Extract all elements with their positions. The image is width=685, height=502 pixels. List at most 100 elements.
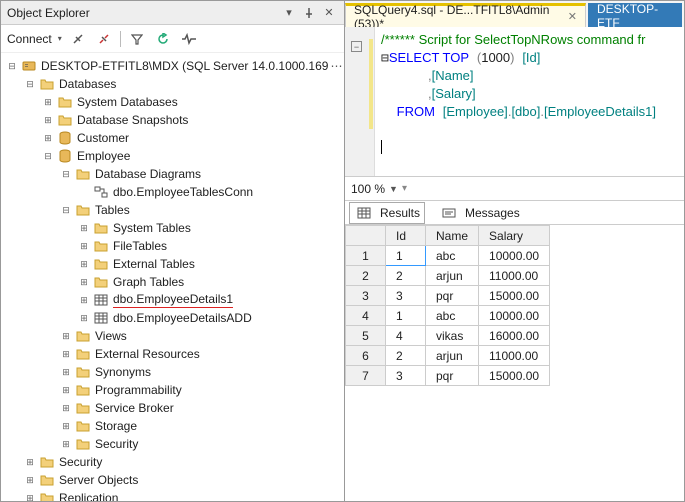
tree-node-server-objects[interactable]: ⊞Server Objects bbox=[3, 471, 342, 489]
cell-name[interactable]: arjun bbox=[426, 266, 479, 286]
cell-salary[interactable]: 15000.00 bbox=[479, 286, 550, 306]
tree-node-graph-tables[interactable]: ⊞Graph Tables bbox=[3, 273, 342, 291]
cell-name[interactable]: abc bbox=[426, 246, 479, 266]
cell-id[interactable]: 1 bbox=[386, 306, 426, 326]
connect-icon[interactable] bbox=[68, 29, 88, 49]
tree-node-employee[interactable]: ⊟Employee bbox=[3, 147, 342, 165]
tree-node-database-snapshots[interactable]: ⊞Database Snapshots bbox=[3, 111, 342, 129]
object-explorer-tree[interactable]: ⊟DESKTOP-ETFITL8\MDX (SQL Server 14.0.10… bbox=[1, 53, 344, 501]
expand-icon[interactable]: ⊞ bbox=[77, 293, 91, 307]
col-header[interactable]: Salary bbox=[479, 226, 550, 246]
expand-icon[interactable]: ⊞ bbox=[59, 383, 73, 397]
collapse-icon[interactable]: ⊟ bbox=[41, 149, 55, 163]
cell-salary[interactable]: 11000.00 bbox=[479, 266, 550, 286]
tree-node-security[interactable]: ⊞Security bbox=[3, 453, 342, 471]
table-row[interactable]: 22arjun11000.00 bbox=[346, 266, 550, 286]
tree-node-security-inner[interactable]: ⊞Security bbox=[3, 435, 342, 453]
cell-name[interactable]: arjun bbox=[426, 346, 479, 366]
table-row[interactable]: 33pqr15000.00 bbox=[346, 286, 550, 306]
expand-icon[interactable]: ⊞ bbox=[59, 347, 73, 361]
expand-icon[interactable]: ⊞ bbox=[41, 131, 55, 145]
cell-id[interactable]: 3 bbox=[386, 286, 426, 306]
tree-node-programmability[interactable]: ⊞Programmability bbox=[3, 381, 342, 399]
row-number[interactable]: 6 bbox=[346, 346, 386, 366]
cell-name[interactable]: vikas bbox=[426, 326, 479, 346]
expand-icon[interactable]: ⊞ bbox=[77, 221, 91, 235]
cell-id[interactable]: 1 bbox=[386, 246, 426, 266]
cell-salary[interactable]: 15000.00 bbox=[479, 366, 550, 386]
expand-icon[interactable]: ⊞ bbox=[23, 455, 37, 469]
tree-node-external-resources[interactable]: ⊞External Resources bbox=[3, 345, 342, 363]
expand-icon[interactable]: ⊞ bbox=[59, 437, 73, 451]
table-row[interactable]: 54vikas16000.00 bbox=[346, 326, 550, 346]
sql-editor[interactable]: − /****** Script for SelectTopNRows comm… bbox=[345, 27, 684, 177]
tree-node-system-databases[interactable]: ⊞System Databases bbox=[3, 93, 342, 111]
cell-id[interactable]: 3 bbox=[386, 366, 426, 386]
expand-icon[interactable]: ⊞ bbox=[59, 419, 73, 433]
zoom-control[interactable]: 100 % ▼ ▾ bbox=[345, 177, 684, 201]
dropdown-icon[interactable]: ▾ bbox=[280, 4, 298, 22]
tree-node-customer[interactable]: ⊞Customer bbox=[3, 129, 342, 147]
table-row[interactable]: 11abc10000.00 bbox=[346, 246, 550, 266]
tree-node-synonyms[interactable]: ⊞Synonyms bbox=[3, 363, 342, 381]
activity-icon[interactable] bbox=[179, 29, 199, 49]
expand-icon[interactable]: ⊞ bbox=[41, 95, 55, 109]
tree-node-server[interactable]: ⊟DESKTOP-ETFITL8\MDX (SQL Server 14.0.10… bbox=[3, 57, 342, 75]
chevron-down-icon[interactable]: ▼ bbox=[389, 184, 398, 194]
results-grid[interactable]: IdNameSalary11abc10000.0022arjun11000.00… bbox=[345, 225, 684, 501]
expand-icon[interactable]: ⊞ bbox=[77, 275, 91, 289]
tree-node-system-tables[interactable]: ⊞System Tables bbox=[3, 219, 342, 237]
cell-salary[interactable]: 10000.00 bbox=[479, 306, 550, 326]
expand-icon[interactable]: ⊞ bbox=[59, 365, 73, 379]
cell-salary[interactable]: 10000.00 bbox=[479, 246, 550, 266]
tree-node-dbo-employeetablesconn[interactable]: dbo.EmployeeTablesConn bbox=[3, 183, 342, 201]
cell-id[interactable]: 4 bbox=[386, 326, 426, 346]
tree-node-filetables[interactable]: ⊞FileTables bbox=[3, 237, 342, 255]
expand-icon[interactable]: ⊞ bbox=[23, 491, 37, 501]
tab-desktop[interactable]: DESKTOP-ETF bbox=[588, 3, 682, 27]
cell-name[interactable]: pqr bbox=[426, 286, 479, 306]
pin-icon[interactable] bbox=[300, 4, 318, 22]
cell-salary[interactable]: 16000.00 bbox=[479, 326, 550, 346]
expand-icon[interactable]: ⊞ bbox=[59, 329, 73, 343]
close-icon[interactable]: ✕ bbox=[320, 4, 338, 22]
row-number[interactable]: 2 bbox=[346, 266, 386, 286]
connect-label[interactable]: Connect bbox=[7, 32, 52, 46]
expand-icon[interactable]: ⊞ bbox=[23, 473, 37, 487]
cell-salary[interactable]: 11000.00 bbox=[479, 346, 550, 366]
expand-icon[interactable]: ⊞ bbox=[41, 113, 55, 127]
collapse-icon[interactable]: ⊟ bbox=[59, 167, 73, 181]
row-number[interactable]: 7 bbox=[346, 366, 386, 386]
tree-node-replication[interactable]: ⊞Replication bbox=[3, 489, 342, 501]
tab-results[interactable]: Results bbox=[349, 202, 425, 224]
col-header[interactable]: Name bbox=[426, 226, 479, 246]
cell-name[interactable]: pqr bbox=[426, 366, 479, 386]
tab-messages[interactable]: Messages bbox=[435, 203, 524, 223]
expand-icon[interactable]: ⊞ bbox=[77, 239, 91, 253]
refresh-icon[interactable] bbox=[153, 29, 173, 49]
table-row[interactable]: 62arjun11000.00 bbox=[346, 346, 550, 366]
table-row[interactable]: 73pqr15000.00 bbox=[346, 366, 550, 386]
collapse-icon[interactable]: ⊟ bbox=[5, 59, 19, 73]
expand-icon[interactable]: ⊞ bbox=[77, 311, 91, 325]
col-header[interactable]: Id bbox=[386, 226, 426, 246]
expand-icon[interactable]: ⊞ bbox=[59, 401, 73, 415]
collapse-icon[interactable]: ⊟ bbox=[23, 77, 37, 91]
tree-node-database-diagrams[interactable]: ⊟Database Diagrams bbox=[3, 165, 342, 183]
cell-id[interactable]: 2 bbox=[386, 346, 426, 366]
disconnect-icon[interactable] bbox=[94, 29, 114, 49]
sql-code[interactable]: /****** Script for SelectTopNRows comman… bbox=[375, 27, 684, 176]
expand-icon[interactable]: ⊞ bbox=[77, 257, 91, 271]
fold-icon[interactable]: − bbox=[351, 41, 362, 52]
row-number[interactable]: 1 bbox=[346, 246, 386, 266]
row-number[interactable]: 3 bbox=[346, 286, 386, 306]
tab-sqlquery4[interactable]: SQLQuery4.sql - DE...TFITL8\Admin (53))*… bbox=[345, 3, 586, 27]
results-table[interactable]: IdNameSalary11abc10000.0022arjun11000.00… bbox=[345, 225, 550, 386]
tree-node-external-tables[interactable]: ⊞External Tables bbox=[3, 255, 342, 273]
tree-node-storage[interactable]: ⊞Storage bbox=[3, 417, 342, 435]
close-icon[interactable]: ✕ bbox=[568, 10, 577, 23]
collapse-icon[interactable]: ⊟ bbox=[59, 203, 73, 217]
tree-node-databases[interactable]: ⊟Databases bbox=[3, 75, 342, 93]
row-number[interactable]: 4 bbox=[346, 306, 386, 326]
tree-node-tables[interactable]: ⊟Tables bbox=[3, 201, 342, 219]
